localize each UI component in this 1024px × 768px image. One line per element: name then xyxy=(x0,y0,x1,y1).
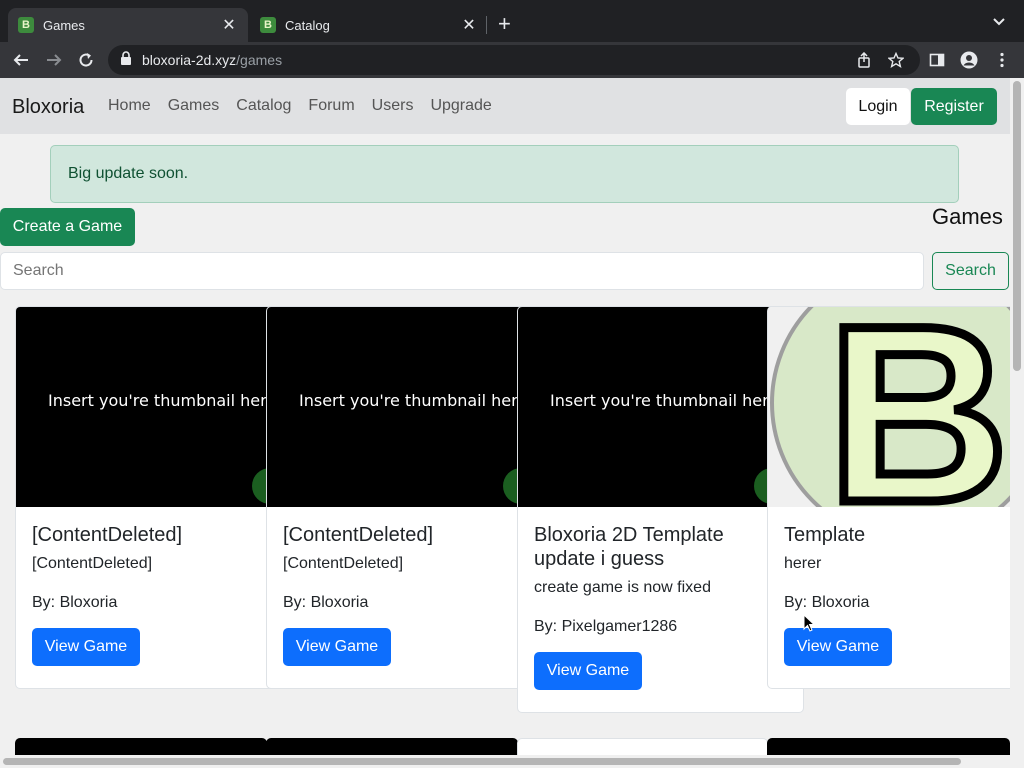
nav-link-games[interactable]: Games xyxy=(168,97,220,115)
new-tab-plus-icon[interactable]: + xyxy=(498,13,511,35)
nav-link-home[interactable]: Home xyxy=(108,97,151,115)
alert-text: Big update soon. xyxy=(68,165,189,182)
nav-link-users[interactable]: Users xyxy=(372,97,414,115)
url-text: bloxoria-2d.xyz/games xyxy=(142,52,283,68)
tab-title: Games xyxy=(43,17,85,33)
game-thumbnail[interactable]: Insert you're thumbnail here xyxy=(267,307,552,507)
svg-text:B: B xyxy=(827,307,1009,507)
thumbnail-placeholder-text: Insert you're thumbnail here xyxy=(550,391,779,410)
game-author: By: Bloxoria xyxy=(784,594,870,611)
profile-avatar-icon[interactable] xyxy=(960,51,978,69)
thumbnail-placeholder-text: Insert you're thumbnail here xyxy=(48,391,277,410)
scrollbar-thumb[interactable] xyxy=(3,758,961,765)
game-thumbnail[interactable]: B xyxy=(768,307,1010,507)
side-panel-icon[interactable] xyxy=(928,51,946,69)
vertical-scrollbar[interactable] xyxy=(1010,78,1024,768)
game-description: herer xyxy=(784,555,822,572)
game-thumbnail[interactable]: Insert you're thumbnail here xyxy=(518,307,803,507)
horizontal-scrollbar[interactable] xyxy=(0,755,1010,768)
site-navbar: Bloxoria Home Games Catalog Forum Users … xyxy=(0,78,1010,134)
game-description: [ContentDeleted] xyxy=(283,555,404,572)
search-button[interactable]: Search xyxy=(932,252,1009,290)
browser-tab-strip: B Games ✕ B Catalog ✕ + xyxy=(0,0,1024,42)
game-description: create game is now fixed xyxy=(534,579,711,596)
game-title: [ContentDeleted] xyxy=(32,524,183,546)
tab-search-chevron-icon[interactable] xyxy=(992,14,1006,33)
view-game-button[interactable]: View Game xyxy=(32,628,140,666)
browser-toolbar: bloxoria-2d.xyz/games xyxy=(0,42,1024,78)
nav-link-upgrade[interactable]: Upgrade xyxy=(430,97,491,115)
game-card: Insert you're thumbnail here Bloxoria 2D… xyxy=(517,306,804,713)
bloxoria-b-logo-icon: B xyxy=(770,307,1010,507)
game-card: Insert you're thumbnail here [ContentDel… xyxy=(266,306,553,689)
view-game-button[interactable]: View Game xyxy=(784,628,892,666)
register-button[interactable]: Register xyxy=(911,88,997,125)
page-title: Games xyxy=(932,204,1003,229)
site-favicon-icon: B xyxy=(18,17,34,33)
game-author: By: Bloxoria xyxy=(283,594,369,611)
nav-links: Home Games Catalog Forum Users Upgrade xyxy=(108,97,492,115)
site-brand[interactable]: Bloxoria xyxy=(12,96,84,119)
scrollbar-thumb[interactable] xyxy=(1013,81,1021,371)
announcement-alert: Big update soon. xyxy=(50,145,959,203)
lock-icon xyxy=(120,50,132,70)
game-description: [ContentDeleted] xyxy=(32,555,153,572)
reload-icon[interactable] xyxy=(75,49,97,71)
page-viewport: Bloxoria Home Games Catalog Forum Users … xyxy=(0,78,1010,768)
game-author: By: Bloxoria xyxy=(32,594,118,611)
view-game-button[interactable]: View Game xyxy=(283,628,391,666)
tab-title: Catalog xyxy=(285,17,330,33)
tab-games[interactable]: B Games ✕ xyxy=(8,8,248,42)
thumbnail-placeholder-text: Insert you're thumbnail here xyxy=(299,391,528,410)
close-tab-icon[interactable]: ✕ xyxy=(460,15,478,35)
game-author: By: Pixelgamer1286 xyxy=(534,618,678,635)
game-thumbnail[interactable]: Insert you're thumbnail here xyxy=(16,307,301,507)
search-input[interactable] xyxy=(0,252,924,290)
bookmark-star-icon[interactable] xyxy=(887,51,905,73)
game-title: Template xyxy=(784,524,866,546)
tab-catalog[interactable]: B Catalog ✕ xyxy=(250,8,488,42)
browser-menu-icon[interactable] xyxy=(993,51,1011,69)
share-icon[interactable] xyxy=(856,51,872,73)
game-card: Insert you're thumbnail here [ContentDel… xyxy=(15,306,302,689)
forward-arrow-icon[interactable] xyxy=(43,49,65,71)
view-game-button[interactable]: View Game xyxy=(534,652,642,690)
mouse-pointer-icon xyxy=(803,613,816,637)
game-title: Bloxoria 2D Template update i guess xyxy=(534,524,724,570)
game-title: [ContentDeleted] xyxy=(283,524,434,546)
tab-separator xyxy=(486,16,487,34)
back-arrow-icon[interactable] xyxy=(10,49,32,71)
login-button[interactable]: Login xyxy=(846,88,910,125)
nav-link-forum[interactable]: Forum xyxy=(308,97,354,115)
site-favicon-icon: B xyxy=(260,17,276,33)
create-game-button[interactable]: Create a Game xyxy=(0,208,135,246)
nav-link-catalog[interactable]: Catalog xyxy=(236,97,291,115)
close-tab-icon[interactable]: ✕ xyxy=(220,15,238,35)
address-bar[interactable]: bloxoria-2d.xyz/games xyxy=(108,45,920,75)
